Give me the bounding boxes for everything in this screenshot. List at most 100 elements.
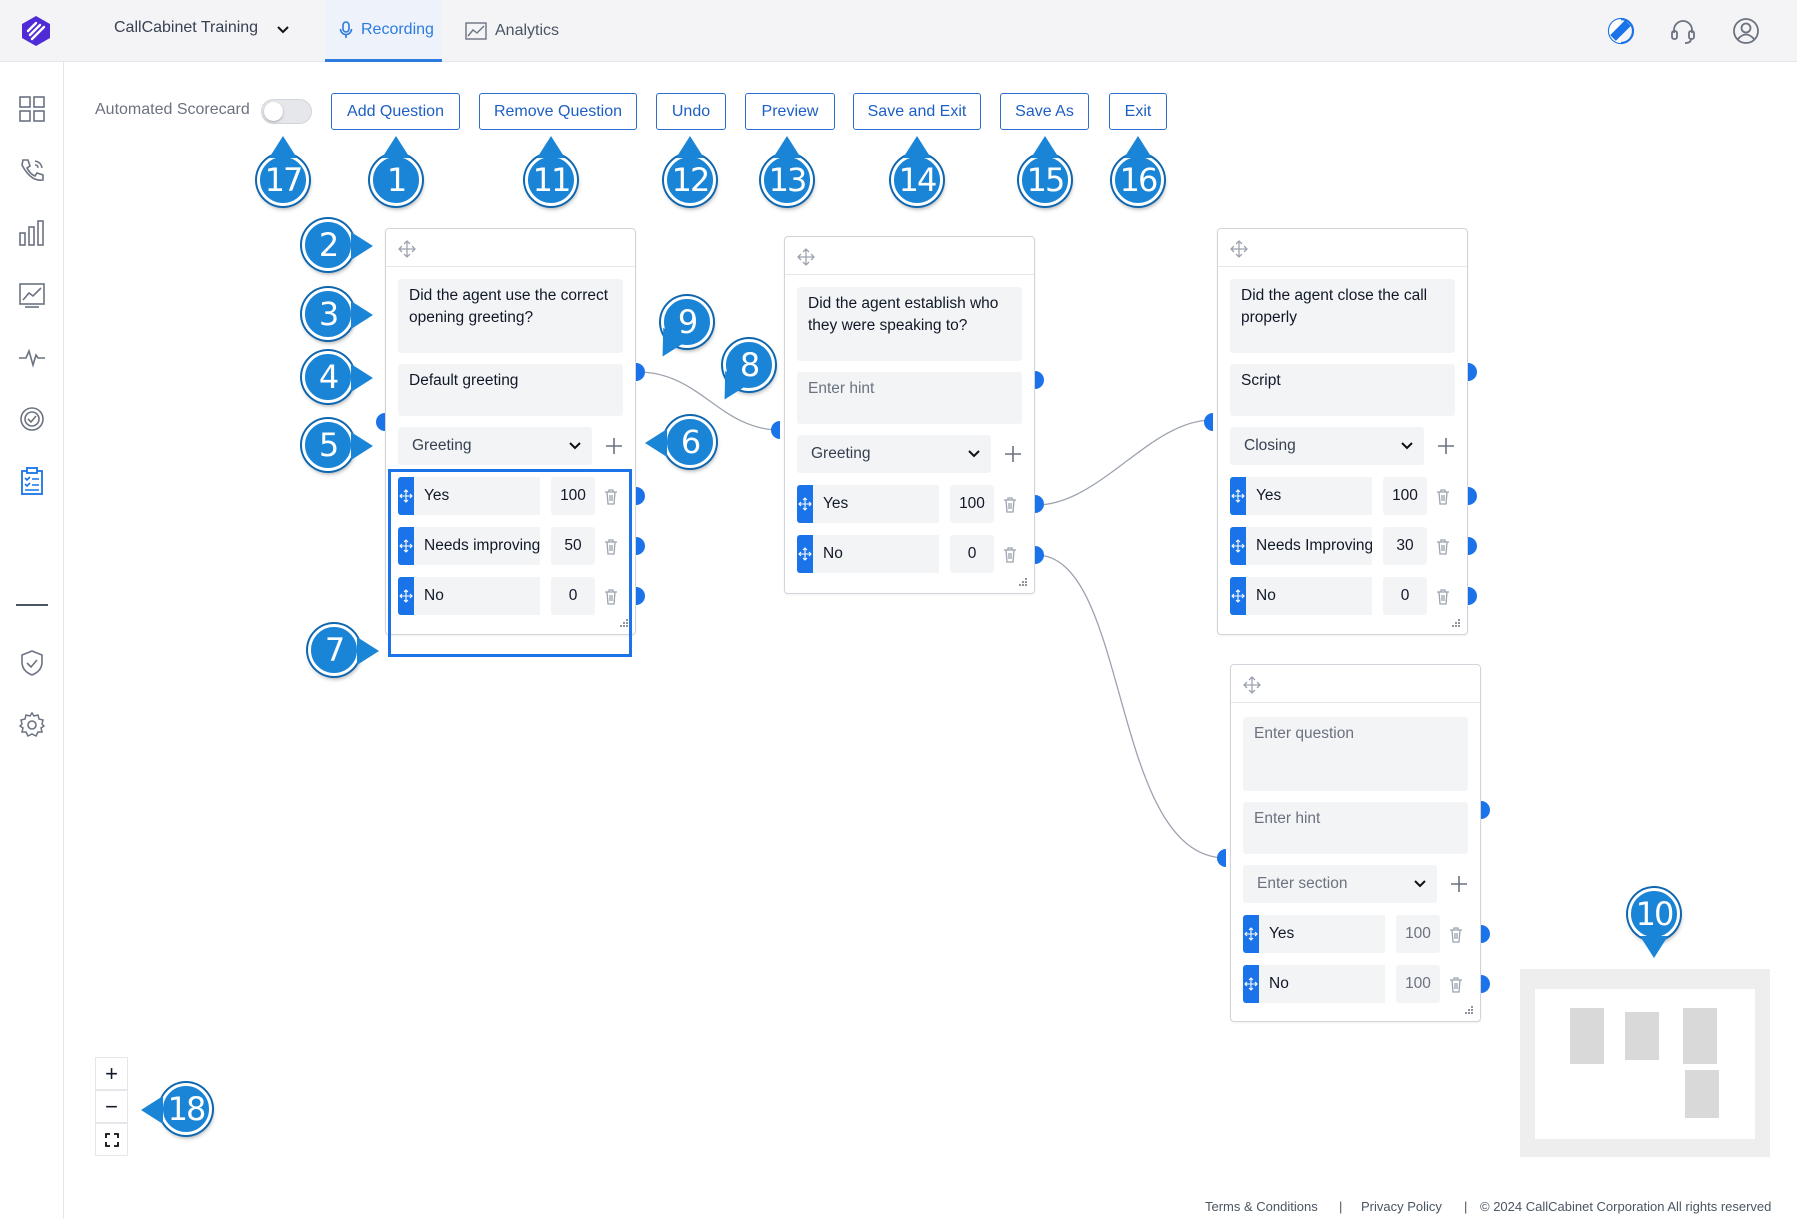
terms-link[interactable]: Terms & Conditions (1205, 1199, 1318, 1214)
question-text-field[interactable]: Enter question (1243, 717, 1468, 791)
hint-field[interactable]: Enter hint (797, 372, 1022, 424)
preview-button[interactable]: Preview (745, 93, 835, 130)
trash-icon[interactable] (1002, 496, 1018, 513)
save-as-button[interactable]: Save As (1000, 93, 1089, 130)
answer-row[interactable]: No 100 (1243, 965, 1465, 1003)
section-select[interactable]: Greeting (398, 427, 592, 465)
answer-score[interactable]: 30 (1383, 527, 1427, 565)
organization-name[interactable]: CallCabinet Training (114, 19, 258, 37)
hint-field[interactable]: Script (1230, 364, 1455, 416)
question-text-field[interactable]: Did the agent close the call properly (1230, 279, 1455, 353)
answer-row[interactable]: Yes 100 (1243, 915, 1465, 953)
answer-label[interactable]: No (1259, 965, 1385, 1003)
answer-score[interactable]: 100 (1383, 477, 1427, 515)
phone-calls-icon[interactable] (17, 156, 47, 186)
question-card[interactable]: Enter question Enter hint Enter section … (1230, 664, 1481, 1022)
shield-check-icon[interactable] (17, 648, 47, 678)
answer-row[interactable]: No 0 (1230, 577, 1452, 615)
zoom-out-button[interactable]: − (95, 1090, 128, 1123)
hint-field[interactable]: Enter hint (1243, 802, 1468, 854)
footer-separator: | (1464, 1199, 1468, 1214)
trash-icon[interactable] (1435, 488, 1451, 505)
answer-score[interactable]: 100 (1396, 915, 1440, 953)
automated-scorecard-label: Automated Scorecard (95, 101, 250, 118)
section-select[interactable]: Enter section (1243, 865, 1437, 903)
zoom-in-button[interactable]: + (95, 1057, 128, 1090)
answer-row[interactable]: Yes 100 (797, 485, 1019, 523)
headset-support-icon[interactable] (1668, 16, 1698, 46)
automated-scorecard-toggle[interactable] (261, 99, 312, 124)
user-profile-icon[interactable] (1731, 16, 1761, 46)
answer-row[interactable]: Yes 100 (1230, 477, 1452, 515)
save-and-exit-button[interactable]: Save and Exit (853, 93, 981, 130)
check-circle-icon[interactable] (17, 404, 47, 434)
move-arrows-icon[interactable] (1230, 240, 1248, 258)
resize-grip-icon[interactable] (1018, 577, 1028, 587)
question-card[interactable]: Did the agent close the call properly Sc… (1217, 228, 1468, 635)
question-card[interactable]: Did the agent establish who they were sp… (784, 236, 1035, 594)
drag-grip[interactable] (1243, 915, 1259, 953)
tab-analytics[interactable]: Analytics (465, 0, 585, 62)
app-root: CallCabinet Training Recording Analytics… (0, 0, 1797, 1219)
trash-icon[interactable] (1448, 976, 1464, 993)
exit-button[interactable]: Exit (1109, 93, 1167, 130)
section-select[interactable]: Closing (1230, 427, 1424, 465)
tab-recording[interactable]: Recording (325, 0, 442, 62)
resize-grip-icon[interactable] (1464, 1005, 1474, 1015)
answer-row[interactable]: No 0 (797, 535, 1019, 573)
trash-icon[interactable] (1448, 926, 1464, 943)
add-section-plus-icon[interactable] (1003, 444, 1023, 464)
card-header (386, 229, 635, 267)
drag-handle-icon (1244, 927, 1258, 941)
section-select[interactable]: Greeting (797, 435, 991, 473)
remove-question-button[interactable]: Remove Question (479, 93, 637, 130)
drag-grip[interactable] (1230, 477, 1246, 515)
bar-chart-icon[interactable] (17, 218, 47, 248)
theme-toggle-icon[interactable] (1606, 16, 1636, 46)
question-text-field[interactable]: Did the agent use the correct opening gr… (398, 279, 623, 353)
answer-score[interactable]: 0 (1383, 577, 1427, 615)
move-arrows-icon[interactable] (1243, 676, 1261, 694)
drag-grip[interactable] (1243, 965, 1259, 1003)
undo-button[interactable]: Undo (656, 93, 726, 130)
dashboard-grid-icon[interactable] (17, 94, 47, 124)
privacy-link[interactable]: Privacy Policy (1361, 1199, 1442, 1214)
answer-score[interactable]: 100 (1396, 965, 1440, 1003)
trend-chart-icon[interactable] (17, 280, 47, 310)
minimap[interactable] (1520, 969, 1770, 1157)
chevron-down-icon[interactable] (275, 22, 291, 38)
answer-label[interactable]: Needs Improving (1246, 527, 1372, 565)
drag-grip[interactable] (1230, 577, 1246, 615)
resize-grip-icon[interactable] (1451, 618, 1461, 628)
trash-icon[interactable] (1435, 538, 1451, 555)
move-arrows-icon[interactable] (398, 240, 416, 258)
drag-grip[interactable] (797, 535, 813, 573)
drag-grip[interactable] (1230, 527, 1246, 565)
add-section-plus-icon[interactable] (1436, 436, 1456, 456)
drag-grip[interactable] (797, 485, 813, 523)
pulse-waveform-icon[interactable] (17, 342, 47, 372)
answer-label[interactable]: Yes (813, 485, 939, 523)
answer-row[interactable]: Needs Improving 30 (1230, 527, 1452, 565)
card-header (785, 237, 1034, 275)
callcabinet-logo-icon[interactable] (19, 14, 53, 48)
add-section-plus-icon[interactable] (1449, 874, 1469, 894)
answer-score[interactable]: 0 (950, 535, 994, 573)
answer-label[interactable]: Yes (1259, 915, 1385, 953)
scorecard-clipboard-icon[interactable] (17, 466, 47, 496)
trash-icon[interactable] (1002, 546, 1018, 563)
settings-gear-icon[interactable] (17, 710, 47, 740)
answer-label[interactable]: No (1246, 577, 1372, 615)
drag-handle-icon (798, 547, 812, 561)
fit-view-button[interactable] (95, 1123, 128, 1156)
question-text-field[interactable]: Did the agent establish who they were sp… (797, 287, 1022, 361)
answer-label[interactable]: No (813, 535, 939, 573)
trash-icon[interactable] (1435, 588, 1451, 605)
hint-field[interactable]: Default greeting (398, 364, 623, 416)
microphone-icon (339, 20, 353, 38)
answer-label[interactable]: Yes (1246, 477, 1372, 515)
add-section-plus-icon[interactable] (604, 436, 624, 456)
add-question-button[interactable]: Add Question (331, 93, 460, 130)
answer-score[interactable]: 100 (950, 485, 994, 523)
move-arrows-icon[interactable] (797, 248, 815, 266)
